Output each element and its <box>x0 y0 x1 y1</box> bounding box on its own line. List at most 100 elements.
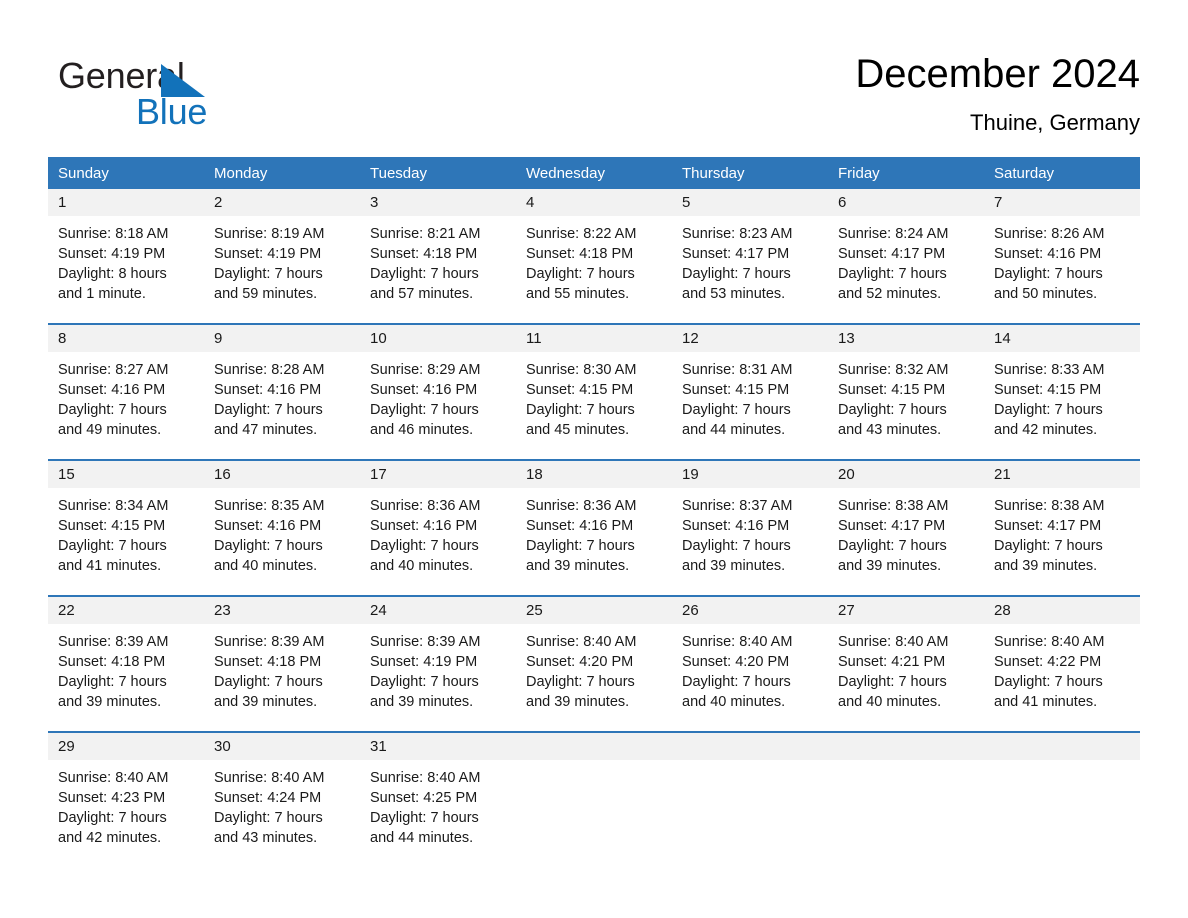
day-cell[interactable]: Sunrise: 8:40 AM Sunset: 4:20 PM Daylight:… <box>672 624 828 732</box>
day-cell[interactable]: Sunrise: 8:34 AM Sunset: 4:15 PM Daylight:… <box>48 488 204 596</box>
daylight-text-line2: and 39 minutes. <box>214 694 318 710</box>
day-number[interactable]: 23 <box>204 595 360 624</box>
sunrise-text: Sunrise: 8:36 AM <box>370 498 481 514</box>
day-cell[interactable]: Sunrise: 8:21 AM Sunset: 4:18 PM Daylight:… <box>360 216 516 324</box>
day-number[interactable]: 14 <box>984 323 1140 352</box>
day-cell[interactable]: Sunrise: 8:36 AM Sunset: 4:16 PM Daylight:… <box>360 488 516 596</box>
sunset-text: Sunset: 4:20 PM <box>682 654 790 670</box>
daylight-text-line1: Daylight: 7 hours <box>838 266 947 282</box>
sunrise-text: Sunrise: 8:19 AM <box>214 226 325 242</box>
day-number[interactable]: 6 <box>828 189 984 216</box>
day-cell[interactable]: Sunrise: 8:22 AM Sunset: 4:18 PM Daylight:… <box>516 216 672 324</box>
day-cell[interactable]: Sunrise: 8:40 AM Sunset: 4:24 PM Daylight:… <box>204 760 360 868</box>
day-number[interactable]: 27 <box>828 595 984 624</box>
sunset-text: Sunset: 4:15 PM <box>526 382 634 398</box>
daylight-text-line1: Daylight: 7 hours <box>214 538 323 554</box>
day-number[interactable]: 20 <box>828 459 984 488</box>
day-number[interactable]: 17 <box>360 459 516 488</box>
day-number[interactable]: 16 <box>204 459 360 488</box>
day-cell[interactable]: Sunrise: 8:19 AM Sunset: 4:19 PM Daylight:… <box>204 216 360 324</box>
day-number[interactable]: 21 <box>984 459 1140 488</box>
day-number[interactable]: 19 <box>672 459 828 488</box>
day-number[interactable]: 25 <box>516 595 672 624</box>
day-cell[interactable]: Sunrise: 8:26 AM Sunset: 4:16 PM Daylight:… <box>984 216 1140 324</box>
day-cell[interactable]: Sunrise: 8:33 AM Sunset: 4:15 PM Daylight:… <box>984 352 1140 460</box>
day-number[interactable]: 13 <box>828 323 984 352</box>
sunset-text: Sunset: 4:17 PM <box>838 518 946 534</box>
day-cell[interactable]: Sunrise: 8:18 AM Sunset: 4:19 PM Daylight:… <box>48 216 204 324</box>
daylight-text-line2: and 46 minutes. <box>370 422 474 438</box>
sunrise-text: Sunrise: 8:34 AM <box>58 498 169 514</box>
day-number[interactable]: 10 <box>360 323 516 352</box>
day-cell[interactable]: Sunrise: 8:32 AM Sunset: 4:15 PM Daylight:… <box>828 352 984 460</box>
day-cell[interactable]: Sunrise: 8:37 AM Sunset: 4:16 PM Daylight:… <box>672 488 828 596</box>
sunrise-text: Sunrise: 8:39 AM <box>370 634 481 650</box>
day-cell[interactable]: Sunrise: 8:28 AM Sunset: 4:16 PM Daylight:… <box>204 352 360 460</box>
sunrise-text: Sunrise: 8:18 AM <box>58 226 169 242</box>
day-number[interactable]: 22 <box>48 595 204 624</box>
daylight-text-line1: Daylight: 7 hours <box>682 402 791 418</box>
week-daynumber-row: 22 23 24 25 26 27 28 <box>48 595 1140 624</box>
sunset-text: Sunset: 4:19 PM <box>58 246 166 262</box>
daylight-text-line1: Daylight: 7 hours <box>526 402 635 418</box>
day-number[interactable]: 1 <box>48 189 204 216</box>
day-cell[interactable]: Sunrise: 8:36 AM Sunset: 4:16 PM Daylight:… <box>516 488 672 596</box>
daylight-text-line2: and 47 minutes. <box>214 422 318 438</box>
sunrise-text: Sunrise: 8:29 AM <box>370 362 481 378</box>
day-cell[interactable]: Sunrise: 8:31 AM Sunset: 4:15 PM Daylight:… <box>672 352 828 460</box>
day-number[interactable]: 18 <box>516 459 672 488</box>
day-cell[interactable]: Sunrise: 8:39 AM Sunset: 4:18 PM Daylight:… <box>204 624 360 732</box>
day-number[interactable]: 5 <box>672 189 828 216</box>
sunset-text: Sunset: 4:16 PM <box>58 382 166 398</box>
day-number[interactable]: 2 <box>204 189 360 216</box>
daylight-text-line1: Daylight: 7 hours <box>58 538 167 554</box>
day-cell[interactable]: Sunrise: 8:23 AM Sunset: 4:17 PM Daylight:… <box>672 216 828 324</box>
day-number-empty <box>516 731 672 760</box>
week-daynumber-row: 29 30 31 <box>48 731 1140 760</box>
day-cell[interactable]: Sunrise: 8:40 AM Sunset: 4:21 PM Daylight:… <box>828 624 984 732</box>
day-number[interactable]: 3 <box>360 189 516 216</box>
day-cell[interactable]: Sunrise: 8:38 AM Sunset: 4:17 PM Daylight:… <box>984 488 1140 596</box>
sunrise-text: Sunrise: 8:26 AM <box>994 226 1105 242</box>
daylight-text-line2: and 55 minutes. <box>526 286 630 302</box>
day-number[interactable]: 31 <box>360 731 516 760</box>
daylight-text-line2: and 44 minutes. <box>682 422 786 438</box>
day-cell[interactable]: Sunrise: 8:27 AM Sunset: 4:16 PM Daylight:… <box>48 352 204 460</box>
day-number[interactable]: 12 <box>672 323 828 352</box>
day-cell[interactable]: Sunrise: 8:35 AM Sunset: 4:16 PM Daylight:… <box>204 488 360 596</box>
sunrise-text: Sunrise: 8:23 AM <box>682 226 793 242</box>
day-number[interactable]: 8 <box>48 323 204 352</box>
day-number[interactable]: 9 <box>204 323 360 352</box>
sunrise-text: Sunrise: 8:39 AM <box>58 634 169 650</box>
sunset-text: Sunset: 4:20 PM <box>526 654 634 670</box>
day-cell[interactable]: Sunrise: 8:39 AM Sunset: 4:18 PM Daylight:… <box>48 624 204 732</box>
day-number[interactable]: 26 <box>672 595 828 624</box>
day-cell[interactable]: Sunrise: 8:40 AM Sunset: 4:20 PM Daylight:… <box>516 624 672 732</box>
sunset-text: Sunset: 4:18 PM <box>58 654 166 670</box>
weekday-header-friday: Friday <box>828 157 984 189</box>
day-number[interactable]: 11 <box>516 323 672 352</box>
day-cell[interactable]: Sunrise: 8:29 AM Sunset: 4:16 PM Daylight:… <box>360 352 516 460</box>
day-cell[interactable]: Sunrise: 8:24 AM Sunset: 4:17 PM Daylight:… <box>828 216 984 324</box>
sunset-text: Sunset: 4:15 PM <box>994 382 1102 398</box>
day-cell[interactable]: Sunrise: 8:38 AM Sunset: 4:17 PM Daylight:… <box>828 488 984 596</box>
day-number[interactable]: 4 <box>516 189 672 216</box>
daylight-text-line2: and 39 minutes. <box>58 694 162 710</box>
sunset-text: Sunset: 4:16 PM <box>214 518 322 534</box>
sunset-text: Sunset: 4:16 PM <box>994 246 1102 262</box>
day-cell[interactable]: Sunrise: 8:40 AM Sunset: 4:25 PM Daylight:… <box>360 760 516 868</box>
sunrise-text: Sunrise: 8:40 AM <box>682 634 793 650</box>
day-number[interactable]: 7 <box>984 189 1140 216</box>
day-number[interactable]: 29 <box>48 731 204 760</box>
day-number[interactable]: 28 <box>984 595 1140 624</box>
day-cell[interactable]: Sunrise: 8:39 AM Sunset: 4:19 PM Daylight:… <box>360 624 516 732</box>
day-cell[interactable]: Sunrise: 8:40 AM Sunset: 4:23 PM Daylight:… <box>48 760 204 868</box>
sunrise-text: Sunrise: 8:39 AM <box>214 634 325 650</box>
day-number[interactable]: 24 <box>360 595 516 624</box>
day-cell[interactable]: Sunrise: 8:30 AM Sunset: 4:15 PM Daylight:… <box>516 352 672 460</box>
day-cell[interactable]: Sunrise: 8:40 AM Sunset: 4:22 PM Daylight:… <box>984 624 1140 732</box>
day-number[interactable]: 15 <box>48 459 204 488</box>
day-number[interactable]: 30 <box>204 731 360 760</box>
daylight-text-line1: Daylight: 7 hours <box>682 674 791 690</box>
sunrise-text: Sunrise: 8:36 AM <box>526 498 637 514</box>
